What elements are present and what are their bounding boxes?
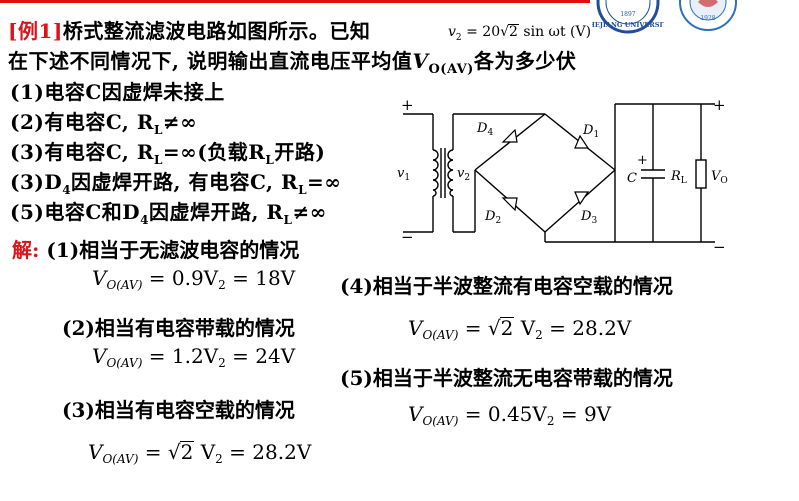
case-1: (1)电容C因虚焊未接上	[10, 80, 225, 104]
title-line-2: 在下述不同情况下, 说明输出直流电压平均值VO(AV)各为多少伏	[8, 49, 577, 77]
zhejiang-university-logo: 1897 ZHEJIANG UNIVERSITY	[584, 0, 672, 34]
solution-label: 解:	[12, 238, 40, 262]
given-voltage-formula: v2 = 20√2 sin ωt (V)	[448, 24, 592, 43]
solution-3-title: (3)相当有电容空载的情况	[62, 398, 295, 422]
case-3: (3)有电容C, RL=∞(负载RL开路)	[10, 140, 326, 167]
d4-label: D4	[476, 121, 493, 138]
case-4: (3)D4因虚焊开路, 有电容C, RL=∞	[10, 170, 342, 197]
input-plus-sign: +	[401, 96, 414, 114]
output-plus-sign: +	[713, 96, 726, 114]
capacitor-label: C	[627, 171, 637, 186]
title-line-1: [例1]桥式整流滤波电路如图所示。已知	[8, 15, 370, 44]
v1-label: v1	[397, 166, 410, 183]
bridge-rectifier-circuit: + − v1 v2 D4 D1 D2 D3 + C RL VO + −	[397, 96, 728, 252]
second-emblem-logo: 1928	[676, 0, 740, 34]
solution-1-equation: VO(AV) = 0.9V2 = 18V	[92, 266, 296, 292]
output-minus-sign: −	[713, 238, 726, 252]
rl-label: RL	[670, 169, 687, 186]
d3-label: D3	[580, 209, 597, 226]
solution-5-title: (5)相当于半波整流无电容带载的情况	[340, 366, 673, 390]
case-2: (2)有电容C, RL≠∞	[10, 110, 198, 137]
d2-label: D2	[484, 209, 501, 226]
solution-2-title: (2)相当有电容带载的情况	[62, 316, 295, 340]
diode-d4-symbol	[501, 128, 518, 143]
solution-3-equation: VO(AV) = √2 V2 = 28.2V	[88, 440, 312, 466]
v2-label: v2	[457, 166, 470, 183]
second-year: 1928	[700, 15, 715, 22]
univ-name: ZHEJIANG UNIVERSITY	[592, 21, 664, 29]
title-text: 桥式整流滤波电路如图所示。已知	[62, 19, 371, 43]
input-minus-sign: −	[401, 228, 414, 246]
solution-4-title: (4)相当于半波整流有电容空载的情况	[340, 274, 673, 298]
example-label: [例1]	[8, 19, 63, 43]
top-red-rule	[0, 0, 590, 3]
cap-plus-sign: +	[637, 153, 648, 168]
solution-4-equation: VO(AV) = √2 V2 = 28.2V	[408, 316, 632, 342]
diode-d2-symbol	[501, 197, 518, 212]
univ-year: 1897	[620, 11, 635, 18]
solution-1-title: 解: (1)相当于无滤波电容的情况	[12, 238, 300, 262]
vo-label: VO	[711, 169, 728, 186]
solution-2-equation: VO(AV) = 1.2V2 = 24V	[92, 344, 296, 370]
case-5: (5)电容C和D4因虚焊开路, RL≠∞	[10, 200, 327, 227]
solution-5-equation: VO(AV) = 0.45V2 = 9V	[408, 402, 612, 428]
d1-label: D1	[582, 123, 599, 140]
diode-d3-symbol	[574, 191, 590, 206]
